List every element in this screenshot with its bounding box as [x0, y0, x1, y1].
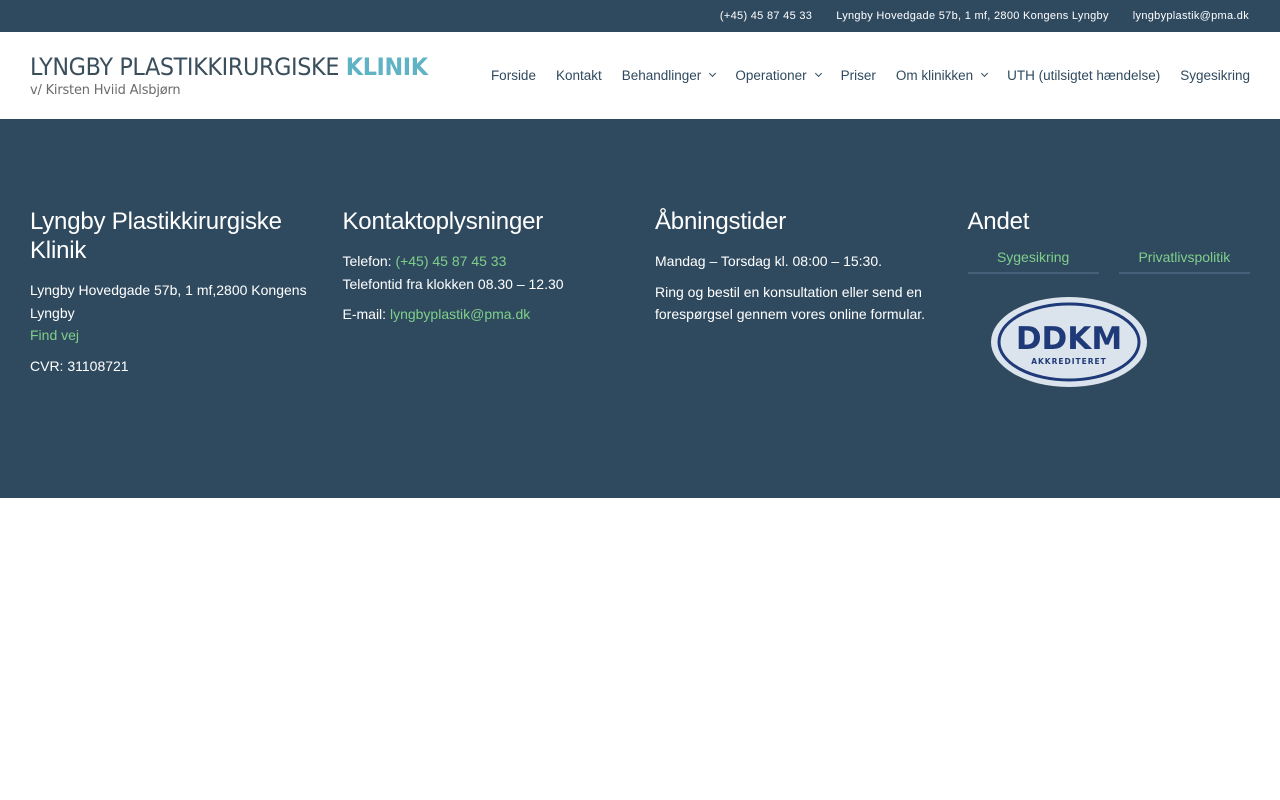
topbar-address-link[interactable]: Lyngby Hovedgade 57b, 1 mf, 2800 Kongens… [836, 10, 1109, 22]
footer-email-block: E-mail: lyngbyplastik@pma.dk [343, 303, 626, 326]
chevron-down-icon [981, 69, 989, 78]
logo-name: LYNGBY PLASTIKKIRURGISKE [30, 52, 340, 81]
nav-label: Sygesikring [1180, 68, 1250, 83]
nav-item-uth[interactable]: UTH (utilsigtet hændelse) [1007, 68, 1160, 83]
nav-label: Behandlinger [621, 68, 702, 83]
nav-item-forside[interactable]: Forside [491, 68, 536, 83]
footer-phone-hours: Telefontid fra klokken 08.30 – 12.30 [342, 275, 564, 292]
ddkm-badge-main-text: DDKM [1015, 321, 1121, 357]
chevron-down-icon [814, 69, 822, 78]
find-vej-link[interactable]: Find vej [30, 327, 79, 343]
nav-label: UTH (utilsigtet hændelse) [1007, 68, 1161, 83]
footer-clinic-title: Lyngby Plastikkirurgiske Klinik [30, 208, 282, 264]
nav-label: Kontakt [555, 68, 602, 83]
chevron-down-icon [709, 69, 717, 78]
footer-phone-label: Telefon: [342, 253, 396, 269]
nav-item-priser[interactable]: Priser [841, 68, 876, 83]
site-footer: Lyngby Plastikkirurgiske Klinik Lyngby H… [0, 119, 1280, 498]
ddkm-badge-sub-text: AKKREDITERET [1031, 357, 1107, 366]
logo-accent: KLINIK [345, 52, 428, 81]
ddkm-badge[interactable]: DDKM AKKREDITERET [990, 296, 1251, 393]
footer-phone-block: Telefon: (+45) 45 87 45 33 Telefontid fr… [343, 250, 626, 295]
footer-col-hours: Åbningstider Mandag – Torsdag kl. 08:00 … [655, 207, 938, 498]
nav-item-om-klinikken[interactable]: Om klinikken [895, 68, 989, 83]
footer-address-block: Lyngby Hovedgade 57b, 1 mf,2800 Kongens … [30, 279, 313, 347]
top-bar: (+45) 45 87 45 33 Lyngby Hovedgade 57b, … [0, 0, 1280, 32]
nav-label: Operationer [735, 68, 807, 83]
footer-other-title: Andet [967, 208, 1030, 235]
ddkm-badge-icon: DDKM AKKREDITERET [990, 297, 1147, 387]
nav-item-behandlinger[interactable]: Behandlinger [621, 68, 717, 83]
footer-col-contact: Kontaktoplysninger Telefon: (+45) 45 87 … [343, 207, 626, 498]
nav-label: Priser [840, 68, 876, 83]
footer-privatlivspolitik-link[interactable]: Privatlivspolitik [1118, 244, 1250, 274]
footer-sygesikring-link[interactable]: Sygesikring [967, 244, 1099, 274]
footer-hours-info: Ring og bestil en konsultation eller sen… [655, 283, 926, 323]
nav-label: Forside [490, 68, 536, 83]
footer-phone-link[interactable]: (+45) 45 87 45 33 [395, 253, 506, 269]
footer-address: Lyngby Hovedgade 57b, 1 mf,2800 Kongens … [30, 282, 307, 321]
main-nav: Forside Kontakt Behandlinger Operationer… [491, 68, 1250, 83]
site-header: LYNGBY PLASTIKKIRURGISKE KLINIK v/ Kirst… [0, 32, 1280, 119]
nav-label: Om klinikken [895, 68, 974, 83]
footer-col-clinic: Lyngby Plastikkirurgiske Klinik Lyngby H… [30, 207, 313, 498]
logo-main-text: LYNGBY PLASTIKKIRURGISKE KLINIK [30, 52, 428, 81]
footer-hours: Mandag – Torsdag kl. 08:00 – 15:30. [655, 253, 883, 269]
footer-other-links: Sygesikring Privatlivspolitik [967, 244, 1250, 274]
nav-item-operationer[interactable]: Operationer [735, 68, 822, 83]
topbar-email-link[interactable]: lyngbyplastik@pma.dk [1133, 10, 1249, 22]
topbar-phone-link[interactable]: (+45) 45 87 45 33 [720, 10, 812, 22]
footer-contact-title: Kontaktoplysninger [342, 208, 544, 235]
logo-subtitle: v/ Kirsten Hviid Alsbjørn [30, 82, 181, 98]
site-logo[interactable]: LYNGBY PLASTIKKIRURGISKE KLINIK v/ Kirst… [30, 54, 430, 98]
footer-email-link[interactable]: lyngbyplastik@pma.dk [390, 306, 530, 322]
footer-col-other: Andet Sygesikring Privatlivspolitik DDKM… [967, 207, 1251, 498]
footer-hours-title: Åbningstider [655, 208, 787, 235]
nav-item-kontakt[interactable]: Kontakt [556, 68, 602, 83]
footer-cvr: CVR: 31108721 [30, 357, 129, 374]
footer-email-label: E-mail: [342, 306, 390, 322]
nav-item-sygesikring[interactable]: Sygesikring [1180, 68, 1250, 83]
